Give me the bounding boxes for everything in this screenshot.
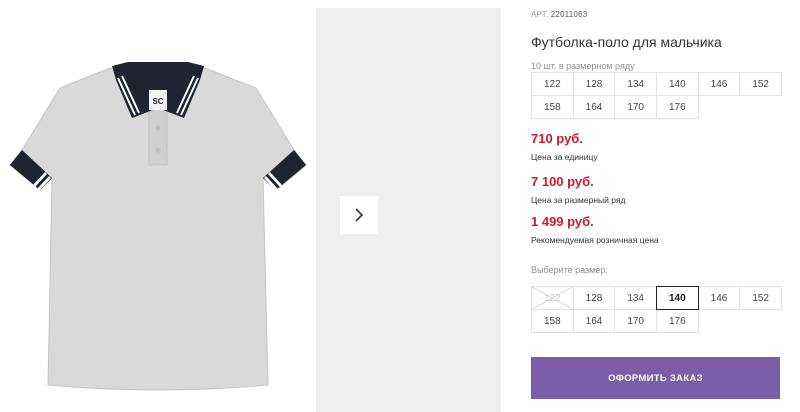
size-option[interactable]: 170: [614, 309, 657, 333]
chevron-right-icon: [355, 208, 364, 222]
collar-logo: SC: [152, 97, 163, 106]
size-set-cell: 152: [739, 72, 782, 96]
gallery-next-button[interactable]: [340, 196, 378, 234]
size-set-cell: 128: [572, 72, 616, 96]
unit-price-label: Цена за единицу: [531, 152, 598, 162]
size-option-disabled: 122: [531, 286, 574, 310]
size-set-cell: 170: [614, 95, 657, 119]
size-set-cell: 140: [656, 72, 699, 96]
unit-price: 710 руб.: [531, 131, 583, 146]
size-set-cell: 158: [531, 95, 574, 119]
sku-label: АРТ.: [531, 10, 549, 19]
retail-price: 1 499 руб.: [531, 214, 594, 229]
size-option[interactable]: 164: [572, 309, 616, 333]
size-set-grid: 122 128 134 140 146 152 158 164 170 176: [531, 72, 782, 119]
size-option[interactable]: 128: [572, 286, 616, 310]
sku-value: 22011063: [550, 10, 588, 19]
unavailable-cross-icon: [532, 287, 573, 309]
size-selector: 122 128 134 140 146 152 158 164 170 176: [531, 286, 782, 333]
size-option[interactable]: 134: [614, 286, 657, 310]
size-set-cell: 122: [531, 72, 574, 96]
size-option[interactable]: 176: [656, 309, 699, 333]
size-option[interactable]: 152: [739, 286, 782, 310]
size-set-note: 10 шт. в размерном ряду: [531, 61, 635, 71]
size-set-cell: 176: [656, 95, 699, 119]
size-set-cell: 146: [697, 72, 741, 96]
choose-size-label: Выберите размер:: [531, 265, 608, 275]
product-title: Футболка-поло для мальчика: [531, 34, 722, 50]
size-option[interactable]: 146: [697, 286, 741, 310]
size-set-cell: 134: [614, 72, 657, 96]
size-option[interactable]: 158: [531, 309, 574, 333]
place-order-button[interactable]: ОФОРМИТЬ ЗАКАЗ: [531, 357, 780, 399]
size-option-selected[interactable]: 140: [656, 286, 699, 310]
sku: АРТ. 22011063: [531, 10, 587, 19]
set-price-label: Цена за размерный ряд: [531, 195, 626, 205]
set-price: 7 100 руб.: [531, 174, 594, 189]
product-image[interactable]: SC: [0, 0, 315, 412]
polo-shirt-illustration: SC: [9, 62, 307, 391]
size-set-cell: 164: [572, 95, 616, 119]
retail-price-label: Рекомендуемая розничная цена: [531, 235, 659, 245]
